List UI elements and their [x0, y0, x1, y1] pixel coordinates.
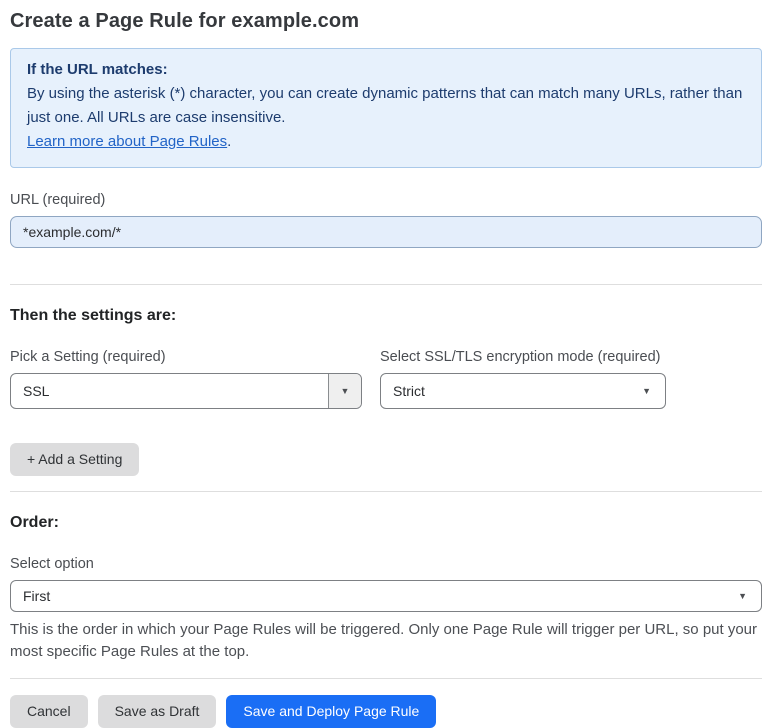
chevron-down-icon: ▼	[738, 590, 747, 601]
add-setting-button[interactable]: + Add a Setting	[10, 443, 140, 476]
save-draft-button[interactable]: Save as Draft	[97, 695, 217, 728]
order-section-heading: Order:	[10, 514, 59, 531]
pick-setting-select[interactable]: SSL ▼	[10, 373, 362, 409]
info-box-body: By using the asterisk (*) character, you…	[27, 85, 743, 126]
order-help-text: This is the order in which your Page Rul…	[10, 621, 758, 660]
divider-before-footer	[10, 678, 762, 679]
link-period: .	[227, 133, 232, 150]
encryption-mode-column: Select SSL/TLS encryption mode (required…	[380, 325, 666, 409]
encryption-mode-label: Select SSL/TLS encryption mode (required…	[380, 349, 661, 365]
encryption-mode-selected-value: Strict	[393, 383, 425, 399]
order-select[interactable]: First ▼	[10, 580, 762, 612]
pick-setting-label: Pick a Setting (required)	[10, 349, 166, 365]
divider-after-url	[10, 284, 762, 285]
pick-setting-column: Pick a Setting (required) SSL ▼	[10, 325, 362, 409]
info-link-line: Learn more about Page Rules.	[27, 130, 745, 154]
order-select-label: Select option	[10, 556, 94, 572]
settings-selects-row: Pick a Setting (required) SSL ▼ Select S…	[10, 325, 762, 409]
settings-section-heading: Then the settings are:	[10, 307, 177, 324]
cancel-button[interactable]: Cancel	[10, 695, 88, 728]
chevron-down-icon: ▼	[642, 385, 651, 396]
footer-buttons: Cancel Save as Draft Save and Deploy Pag…	[10, 695, 762, 728]
create-page-rule-form: Create a Page Rule for example.com If th…	[0, 0, 772, 728]
url-match-info-box: If the URL matches: By using the asteris…	[10, 48, 762, 168]
add-setting-row: + Add a Setting	[10, 443, 762, 476]
page-title: Create a Page Rule for example.com	[10, 10, 360, 32]
url-input[interactable]	[10, 216, 762, 248]
chevron-down-icon: ▼	[340, 385, 350, 396]
encryption-mode-select[interactable]: Strict ▼	[380, 373, 666, 409]
learn-more-link[interactable]: Learn more about Page Rules	[27, 133, 227, 150]
pick-setting-dropdown-button[interactable]: ▼	[328, 374, 361, 408]
divider-after-settings	[10, 491, 762, 492]
pick-setting-selected-value: SSL	[23, 383, 50, 399]
url-field-label: URL (required)	[10, 192, 106, 208]
order-selected-value: First	[23, 588, 51, 604]
save-deploy-button[interactable]: Save and Deploy Page Rule	[226, 695, 437, 728]
info-box-heading: If the URL matches:	[27, 61, 168, 78]
